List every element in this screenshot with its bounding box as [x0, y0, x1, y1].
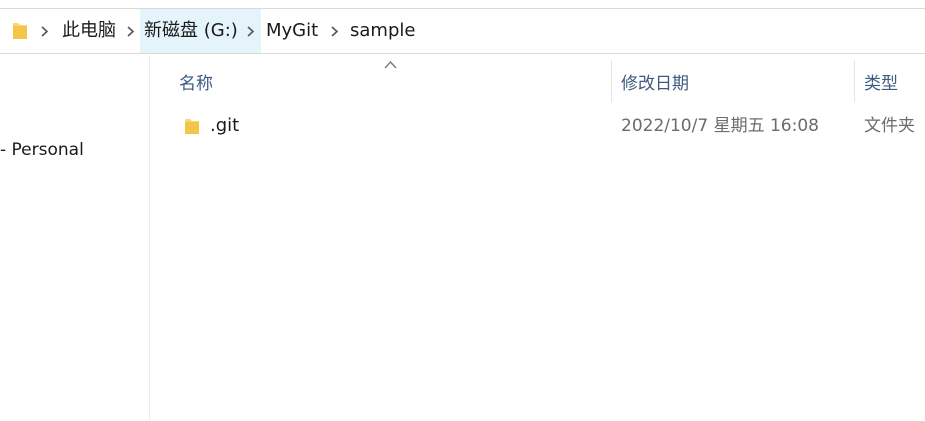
address-bar[interactable]: 此电脑 新磁盘 (G:) MyGit sample — [0, 8, 925, 54]
file-name[interactable]: .git — [210, 110, 239, 142]
chevron-right-icon — [127, 25, 135, 37]
folder-icon — [185, 119, 199, 134]
breadcrumb-item-drive-g[interactable]: 新磁盘 (G:) — [140, 9, 242, 53]
breadcrumb-item-this-pc[interactable]: 此电脑 — [58, 9, 120, 53]
column-header-date-label: 修改日期 — [621, 73, 689, 94]
file-modified-date: 2022/10/7 星期五 16:08 — [621, 116, 819, 136]
column-divider[interactable] — [611, 60, 612, 102]
breadcrumb-separator[interactable] — [124, 9, 137, 53]
breadcrumb-separator[interactable] — [239, 9, 261, 53]
breadcrumb-item-mygit[interactable]: MyGit — [262, 9, 322, 53]
nav-item-personal[interactable]: - Personal — [0, 140, 84, 160]
breadcrumb-separator[interactable] — [38, 9, 51, 53]
file-type: 文件夹 — [864, 116, 915, 136]
column-header-name[interactable]: 名称 — [179, 60, 609, 102]
file-row[interactable]: .git 2022/10/7 星期五 16:08 文件夹 — [170, 110, 925, 142]
chevron-right-icon — [331, 25, 339, 37]
column-header-date[interactable]: 修改日期 — [621, 60, 851, 102]
breadcrumb-separator[interactable] — [328, 9, 341, 53]
navigation-pane[interactable]: - Personal — [0, 55, 150, 421]
column-header-name-label: 名称 — [179, 73, 213, 94]
chevron-right-icon — [246, 25, 254, 37]
chevron-right-icon — [41, 25, 49, 37]
folder-icon — [13, 23, 27, 39]
column-header-type-label: 类型 — [864, 73, 898, 94]
column-divider[interactable] — [854, 60, 855, 102]
column-header-type[interactable]: 类型 — [864, 60, 925, 102]
breadcrumb-item-sample[interactable]: sample — [346, 9, 419, 53]
